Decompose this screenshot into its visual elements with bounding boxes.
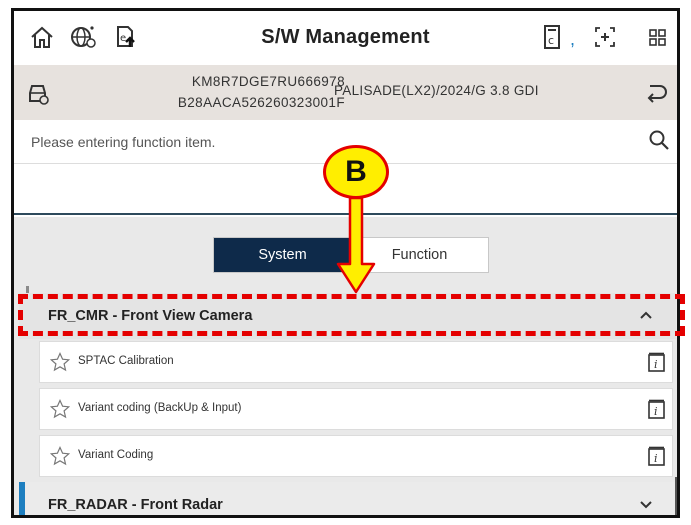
page-title: S/W Management xyxy=(261,26,430,48)
svg-text:i: i xyxy=(654,358,658,371)
vehicle-info-bar: KM8R7DGE7RU666978 B28AACA526260323001F P… xyxy=(14,65,677,120)
svg-text:c: c xyxy=(548,34,554,47)
item-label: Variant Coding xyxy=(78,449,154,461)
vin-text: KM8R7DGE7RU666978 xyxy=(191,74,345,89)
chevron-down-icon[interactable] xyxy=(638,496,654,512)
star-outline-icon[interactable] xyxy=(50,446,70,466)
search-icon[interactable] xyxy=(647,128,671,152)
info-icon[interactable]: i xyxy=(648,446,665,466)
scrollbar-thumb[interactable] xyxy=(675,477,677,515)
vehicle-vin-block: KM8R7DGE7RU666978 B28AACA526260323001F xyxy=(155,71,345,113)
grid-icon[interactable] xyxy=(643,23,671,51)
highlight-dashed-box xyxy=(18,294,685,336)
pointer-arrow-icon xyxy=(336,198,376,294)
tab-system[interactable]: System xyxy=(214,238,351,272)
info-icon[interactable]: i xyxy=(648,352,665,372)
vehicle-diagnostic-icon[interactable] xyxy=(24,79,52,107)
vehicle-code-text: B28AACA526260323001F xyxy=(177,95,345,110)
list-item[interactable]: Variant Coding i xyxy=(39,435,673,477)
return-icon[interactable] xyxy=(642,79,670,107)
svg-text:i: i xyxy=(654,405,658,418)
clipboard-c-icon[interactable]: c xyxy=(538,23,566,51)
group-label: FR_RADAR - Front Radar xyxy=(48,497,223,513)
star-outline-icon[interactable] xyxy=(50,399,70,419)
info-icon[interactable]: i xyxy=(648,399,665,419)
item-label: SPTAC Calibration xyxy=(78,355,174,367)
star-outline-icon[interactable] xyxy=(50,352,70,372)
list-item[interactable]: Variant coding (BackUp & Input) i xyxy=(39,388,673,430)
separator-comma: , xyxy=(570,29,576,49)
group-header-fr-radar[interactable]: FR_RADAR - Front Radar xyxy=(19,482,676,515)
active-group-indicator xyxy=(19,482,25,515)
item-label: Variant coding (BackUp & Input) xyxy=(78,402,242,414)
search-input[interactable] xyxy=(31,129,611,155)
callout-badge: B xyxy=(323,145,389,199)
svg-text:i: i xyxy=(654,452,658,465)
expand-icon[interactable] xyxy=(591,23,619,51)
list-item[interactable]: SPTAC Calibration i xyxy=(39,341,673,383)
vehicle-model-text: PALISADE(LX2)/2024/G 3.8 GDI xyxy=(334,83,539,98)
top-bar: e S/W Management c , xyxy=(14,11,677,65)
